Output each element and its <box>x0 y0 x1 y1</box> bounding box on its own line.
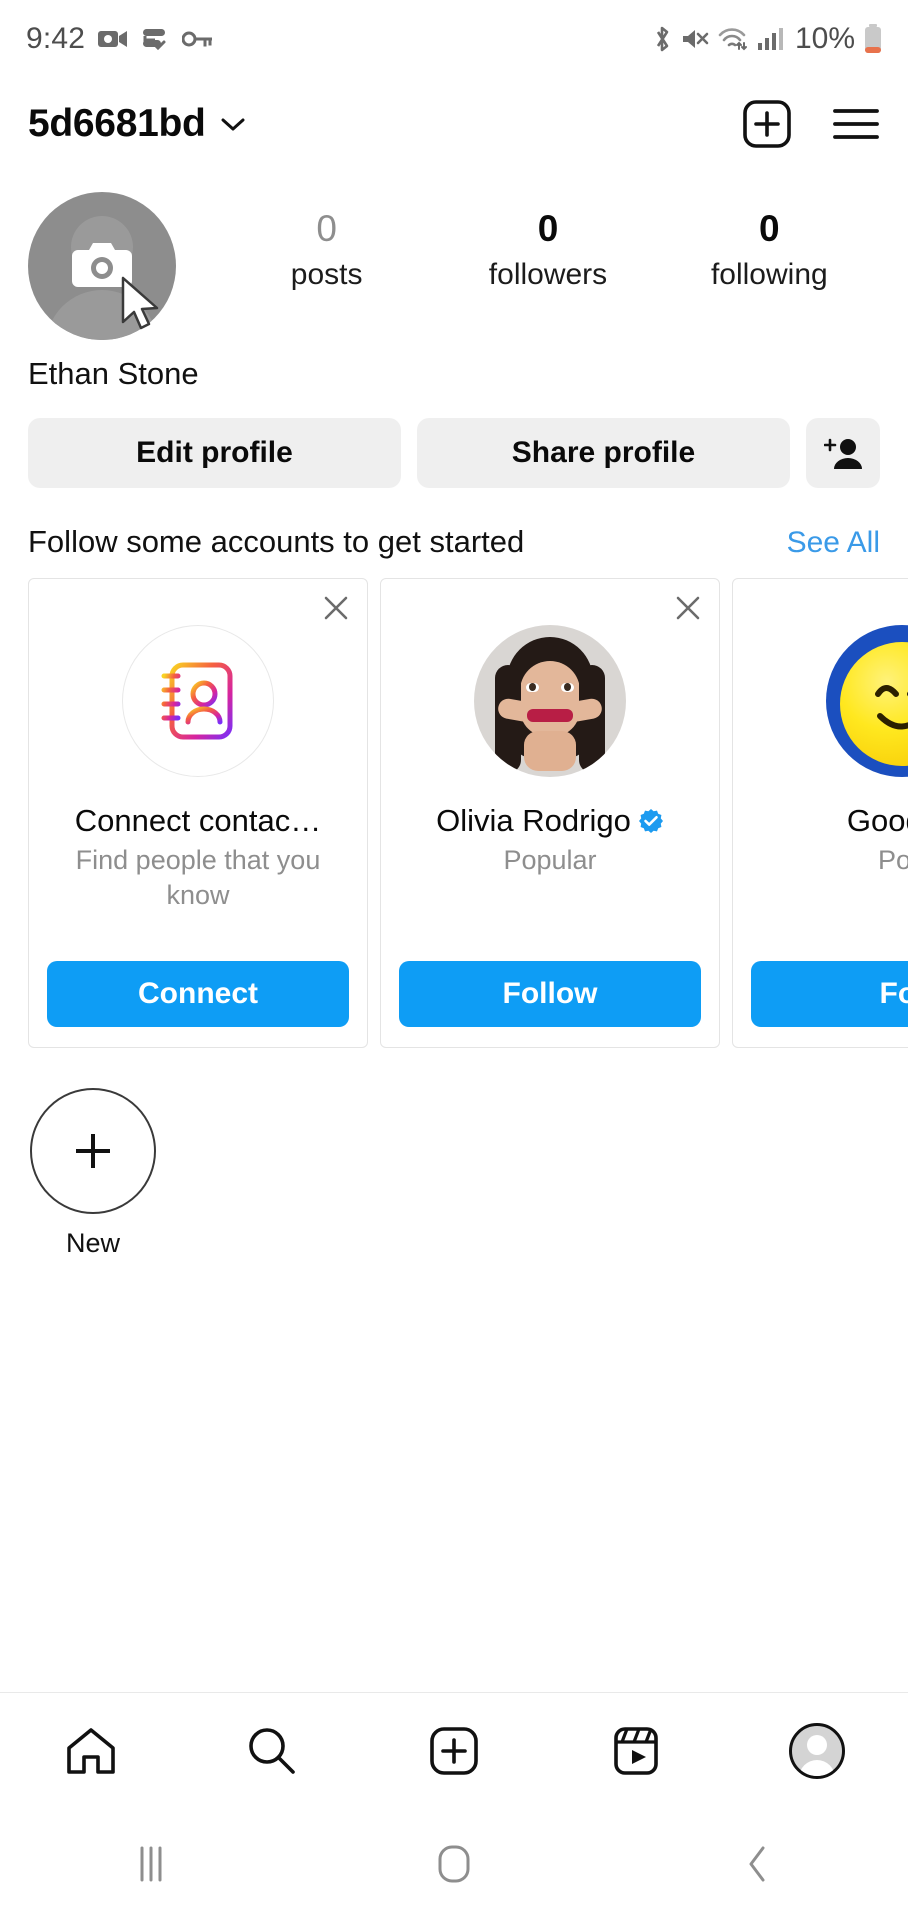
back-icon <box>742 1843 772 1885</box>
stat-posts-value: 0 <box>316 208 337 249</box>
profile-full-name: Ethan Stone <box>28 356 199 391</box>
edit-profile-button[interactable]: Edit profile <box>28 418 401 488</box>
status-bar-right: 10% <box>652 22 882 56</box>
create-icon <box>429 1726 479 1776</box>
story-highlights: New <box>0 1048 908 1259</box>
battery-icon <box>864 24 882 54</box>
suggestion-card[interactable]: Good M Pop Fol <box>732 578 908 1048</box>
profile-photo <box>474 625 626 777</box>
profile-avatar[interactable] <box>28 192 176 340</box>
bottom-navigation-bar <box>0 1692 908 1808</box>
stat-posts-label: posts <box>290 258 363 292</box>
sysnav-home[interactable] <box>303 1843 606 1885</box>
suggestion-name-row: Good M <box>751 803 908 839</box>
stat-followers[interactable]: 0 followers <box>437 206 658 292</box>
data-sync-icon <box>141 27 169 51</box>
profile-header: 0 posts 0 followers 0 following <box>0 170 908 340</box>
wifi-icon <box>718 27 748 51</box>
android-system-nav <box>0 1808 908 1920</box>
follow-button[interactable]: Follow <box>399 961 701 1027</box>
follow-button[interactable]: Fol <box>751 961 908 1027</box>
username-label: 5d6681bd <box>28 102 206 145</box>
suggestion-subtitle: Popular <box>503 845 597 875</box>
status-bar: 9:42 10% <box>0 0 908 78</box>
suggestion-name-row: Olivia Rodrigo <box>399 803 701 839</box>
suggestion-subtitle: Find people that you know <box>75 845 321 910</box>
verified-badge-icon <box>638 808 664 834</box>
contacts-book-icon <box>122 625 274 777</box>
suggestion-subtitle: Pop <box>877 845 908 875</box>
app-header-actions <box>742 99 880 149</box>
mouse-cursor-icon <box>120 276 166 339</box>
new-highlight-label: New <box>65 1228 120 1258</box>
search-icon <box>246 1725 298 1777</box>
suggestion-card[interactable]: Olivia Rodrigo Popular Follow <box>380 578 720 1048</box>
home-icon <box>65 1726 117 1776</box>
hamburger-menu-icon[interactable] <box>832 105 880 143</box>
stat-following[interactable]: 0 following <box>659 206 880 292</box>
profile-action-buttons: Edit profile Share profile <box>0 392 908 488</box>
stat-posts[interactable]: 0 posts <box>216 206 437 292</box>
status-bar-clock: 9:42 <box>26 22 86 55</box>
reels-icon <box>613 1726 659 1776</box>
battery-percent-label: 10% <box>794 22 855 55</box>
stat-followers-label: followers <box>488 258 608 292</box>
discover-people-button[interactable] <box>806 418 880 488</box>
volume-muted-icon <box>681 27 709 51</box>
chevron-down-icon <box>220 116 246 132</box>
suggestion-card[interactable]: Connect contac… Find people that you kno… <box>28 578 368 1048</box>
add-box-icon[interactable] <box>742 99 792 149</box>
suggestion-name-row: Connect contac… <box>47 803 349 839</box>
profile-stats: 0 posts 0 followers 0 following <box>176 192 880 292</box>
suggestion-avatar-photo <box>474 625 626 777</box>
account-switcher[interactable]: 5d6681bd <box>28 102 246 146</box>
nav-create[interactable] <box>363 1726 545 1776</box>
nav-profile[interactable] <box>726 1722 908 1779</box>
bluetooth-icon <box>652 25 672 53</box>
vpn-key-icon <box>182 30 213 48</box>
suggestions-header: Follow some accounts to get started See … <box>0 488 908 560</box>
see-all-link[interactable]: See All <box>787 526 880 560</box>
suggestion-avatar-photo <box>826 625 908 777</box>
suggestion-name: Olivia Rodrigo <box>436 803 631 838</box>
sysnav-recents[interactable] <box>0 1844 303 1884</box>
profile-avatar-icon <box>789 1722 846 1779</box>
close-icon[interactable] <box>673 593 703 628</box>
home-icon <box>436 1843 472 1885</box>
sysnav-back[interactable] <box>605 1843 908 1885</box>
nav-home[interactable] <box>0 1726 182 1776</box>
close-icon[interactable] <box>321 593 351 628</box>
suggestions-title: Follow some accounts to get started <box>28 524 525 559</box>
add-person-icon <box>824 436 862 470</box>
smiley-face-photo <box>826 625 908 777</box>
suggestion-cards-carousel[interactable]: Connect contac… Find people that you kno… <box>0 560 908 1048</box>
connect-button[interactable]: Connect <box>47 961 349 1027</box>
stat-following-value: 0 <box>759 208 780 249</box>
status-bar-left: 9:42 <box>26 22 213 56</box>
suggestion-name: Connect contac… <box>74 803 322 838</box>
new-highlight-button[interactable]: New <box>28 1088 158 1259</box>
suggestion-name: Good M <box>846 803 908 838</box>
nav-search[interactable] <box>182 1725 364 1777</box>
nav-reels[interactable] <box>545 1726 727 1776</box>
recents-icon <box>134 1844 168 1884</box>
stat-followers-value: 0 <box>537 208 559 249</box>
share-profile-button[interactable]: Share profile <box>417 418 790 488</box>
app-header: 5d6681bd <box>0 78 908 170</box>
video-camera-icon <box>98 28 128 50</box>
cellular-signal-icon <box>757 27 783 51</box>
stat-following-label: following <box>710 258 828 292</box>
plus-icon <box>30 1088 156 1214</box>
